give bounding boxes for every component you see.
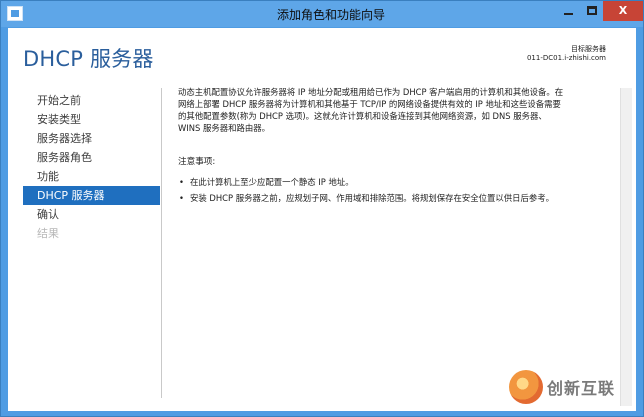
maximize-button[interactable] (581, 1, 603, 21)
watermark: 创新互联 (509, 366, 639, 410)
minimize-button[interactable] (557, 1, 581, 21)
target-server-label: 目标服务器 (571, 45, 606, 53)
title-bar[interactable]: 添加角色和功能向导 X (1, 1, 643, 27)
page-title: DHCP 服务器 (23, 47, 154, 71)
nav-item-dhcp-server[interactable]: DHCP 服务器 (23, 186, 160, 205)
list-item: • 在此计算机上至少应配置一个静态 IP 地址。 (178, 176, 618, 188)
watermark-logo-icon (509, 370, 543, 404)
nav-item-results: 结果 (37, 227, 59, 240)
maximize-icon (587, 6, 597, 15)
bullet-icon: • (179, 193, 184, 203)
nav-item-before-you-begin[interactable]: 开始之前 (23, 91, 160, 110)
content-panel: 动态主机配置协议允许服务器将 IP 地址分配或租用给已作为 DHCP 客户端启用… (178, 86, 618, 208)
nav-item-server-roles[interactable]: 服务器角色 (23, 148, 160, 167)
bullet-icon: • (179, 177, 184, 187)
nav-item-installation-type[interactable]: 安装类型 (23, 110, 160, 129)
nav-item-server-selection[interactable]: 服务器选择 (23, 129, 160, 148)
close-button[interactable]: X (603, 1, 643, 21)
note-text: 安装 DHCP 服务器之前，应规划子网、作用域和排除范围。将规划保存在安全位置以… (190, 193, 554, 203)
nav-item-confirmation[interactable]: 确认 (23, 205, 160, 224)
content-scrollbar[interactable] (620, 88, 632, 406)
dhcp-description: 动态主机配置协议允许服务器将 IP 地址分配或租用给已作为 DHCP 客户端启用… (178, 87, 564, 133)
note-text: 在此计算机上至少应配置一个静态 IP 地址。 (190, 177, 354, 187)
notes-list: • 在此计算机上至少应配置一个静态 IP 地址。 • 安装 DHCP 服务器之前… (178, 176, 618, 204)
nav-divider (161, 88, 162, 398)
target-server-value: 011-DC01.i-zhishi.com (526, 54, 606, 62)
list-item: • 安装 DHCP 服务器之前，应规划子网、作用域和排除范围。将规划保存在安全位… (178, 192, 618, 204)
window-title: 添加角色和功能向导 (276, 8, 385, 22)
wizard-window: 添加角色和功能向导 X DHCP 服务器 目标服务器 011-DC01.i-zh… (0, 0, 644, 417)
minimize-icon (564, 13, 573, 15)
wizard-client-area: DHCP 服务器 目标服务器 011-DC01.i-zhishi.com 开始之… (8, 28, 636, 411)
watermark-text: 创新互联 (547, 379, 616, 398)
nav-item-features[interactable]: 功能 (23, 167, 160, 186)
notes-heading: 注意事项: (178, 157, 216, 167)
wizard-nav: 开始之前 安装类型 服务器选择 服务器角色 功能 DHCP 服务器 确认 结果 (23, 91, 160, 243)
app-icon (7, 6, 23, 21)
